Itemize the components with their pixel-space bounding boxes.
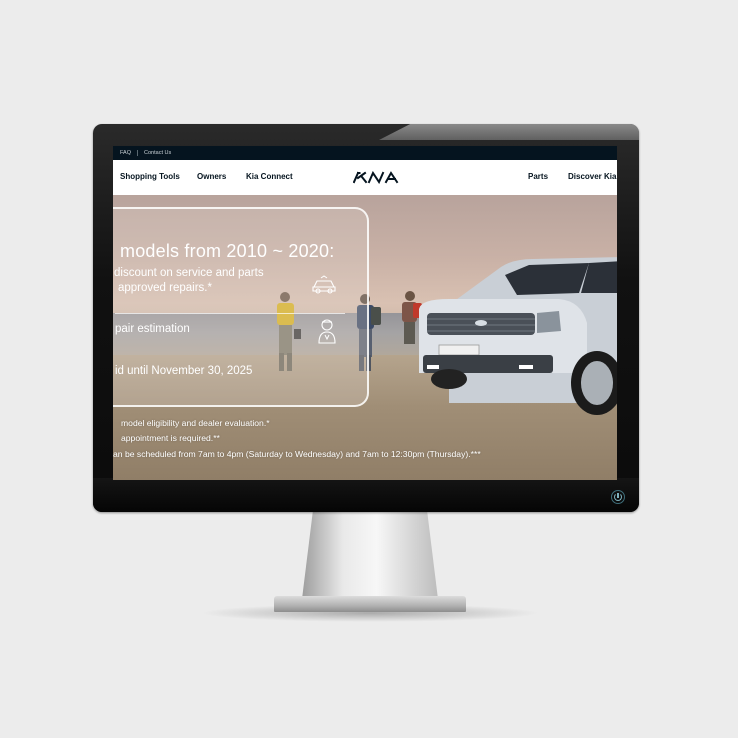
screen: FAQ Contact Us Shopping Tools Owners Kia… [113,146,617,480]
utility-bar: FAQ Contact Us [113,146,617,160]
offer-line-discount: discount on service and parts [114,267,264,279]
kia-logo[interactable] [353,171,399,184]
offer-line-repairs: approved repairs.* [118,282,212,294]
footnote-eligibility: model eligibility and dealer evaluation.… [121,418,270,428]
card-divider [115,313,345,314]
nav-shopping-tools[interactable]: Shopping Tools [120,172,180,181]
footnote-appointment: appointment is required.** [121,433,220,443]
monitor-stand-neck [302,511,438,599]
nav-discover-kia[interactable]: Discover Kia [568,172,616,181]
power-icon[interactable] [611,490,625,504]
monitor-bottom-bezel [93,478,639,512]
car-service-icon [312,275,336,294]
footnote-schedule: an be scheduled from 7am to 4pm (Saturda… [113,449,481,459]
monitor-glare [379,124,639,140]
nav-kia-connect[interactable]: Kia Connect [246,172,293,181]
hero-banner: models from 2010 ~ 2020: discount on ser… [113,195,617,480]
faq-link[interactable]: FAQ [120,150,131,156]
offer-line-validity: id until November 30, 2025 [115,365,253,377]
contact-us-link[interactable]: Contact Us [144,150,171,156]
offer-line-estimation: pair estimation [115,323,190,335]
utility-divider [137,150,139,156]
technician-icon [318,319,336,344]
main-navigation: Shopping Tools Owners Kia Connect Parts … [113,160,617,195]
kia-telluride-suv [419,257,617,415]
nav-owners[interactable]: Owners [197,172,226,181]
monitor-stand-base [274,596,466,612]
nav-parts[interactable]: Parts [528,172,548,181]
offer-title: models from 2010 ~ 2020: [120,241,335,261]
offer-info-card: models from 2010 ~ 2020: discount on ser… [113,207,369,407]
